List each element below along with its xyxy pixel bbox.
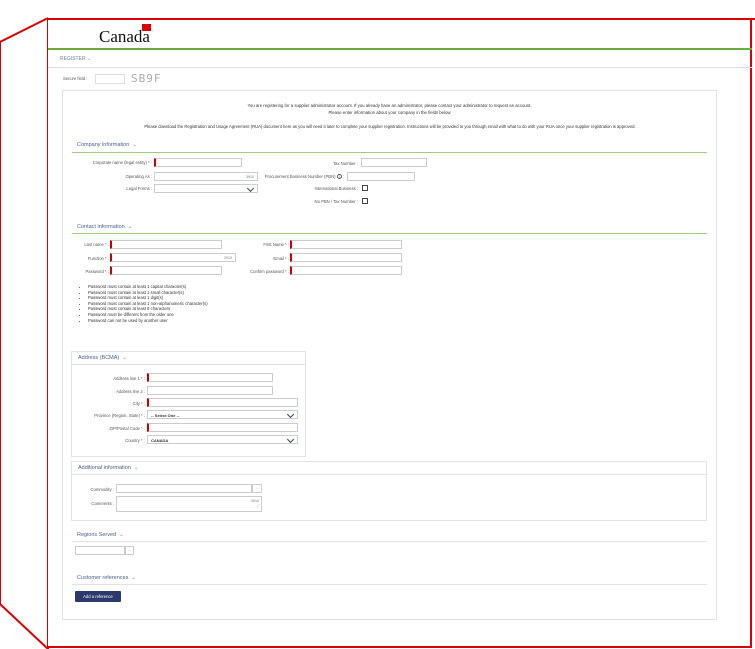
tax-number-input[interactable] <box>361 158 427 167</box>
flag-icon <box>142 24 151 31</box>
section-additional-title[interactable]: Additional information ⌄ <box>78 465 139 471</box>
last-name-label: Last name * : <box>84 242 109 247</box>
zip-label: ZIP/Postal Code * : <box>109 426 145 431</box>
city-input[interactable] <box>147 398 298 407</box>
resize-handle-icon[interactable]: ⟋ <box>256 504 260 510</box>
first-name-label: First Name * : <box>263 242 289 247</box>
rua-instructions: Please download the Registration and Usa… <box>144 124 636 129</box>
function-label: Function * : <box>87 256 109 261</box>
password-input[interactable] <box>110 266 222 275</box>
address-line1-input[interactable] <box>147 373 273 382</box>
section-divider <box>72 541 707 542</box>
corporate-name-label: Corporate name (legal entity) * : <box>92 160 152 165</box>
confirm-password-label: Confirm password * : <box>250 269 289 274</box>
canada-logo: Canada <box>99 24 151 47</box>
country-select[interactable]: CANADA <box>147 435 298 444</box>
comments-textarea[interactable]: 2610 ⟋ <box>116 496 262 512</box>
password-rules: Password must contain at least 1 capital… <box>80 284 208 323</box>
legal-forms-label: Legal Forms : <box>126 186 152 191</box>
email-input[interactable] <box>290 253 402 262</box>
corporate-name-input[interactable] <box>154 158 242 167</box>
address-line1-label: Address line 1 * : <box>113 376 145 381</box>
section-address-title[interactable]: Address (BCMA) ⌄ <box>78 355 127 361</box>
province-select[interactable]: -- Select One -- <box>147 410 298 419</box>
chevron-down-icon: ⌄ <box>122 355 127 361</box>
international-business-label: International Business : <box>314 186 358 191</box>
city-label: City * : <box>132 401 145 406</box>
section-divider <box>72 152 707 153</box>
confirm-password-input[interactable] <box>290 266 402 275</box>
captcha-image: SB9F <box>131 72 162 85</box>
intro-text: You are registering for a supplier admin… <box>247 103 532 115</box>
function-input[interactable]: 2910 <box>110 253 236 262</box>
section-divider <box>72 233 707 234</box>
commodity-input[interactable] <box>116 484 252 493</box>
chevron-down-icon: ⌄ <box>127 224 133 230</box>
international-business-checkbox[interactable] <box>362 185 368 191</box>
province-label: Province (Region, State) * : <box>94 413 145 418</box>
register-tab[interactable]: REGISTER ⌄ <box>48 50 752 68</box>
email-label: Email * : <box>273 256 289 261</box>
info-icon[interactable]: i <box>336 174 342 179</box>
section-company-title[interactable]: Company information ⌄ <box>77 142 137 148</box>
chevron-down-icon: ⌄ <box>131 575 136 581</box>
chevron-down-icon <box>246 184 255 193</box>
no-pbn-label: No PBN / Tax Number : <box>314 199 358 204</box>
section-divider <box>72 364 305 365</box>
list-item: Password can not be used by another user <box>88 318 208 324</box>
last-name-input[interactable] <box>110 240 222 249</box>
first-name-input[interactable] <box>290 240 402 249</box>
chevron-down-icon: ⌄ <box>119 532 124 538</box>
section-divider <box>72 474 706 475</box>
tax-number-label: Tax Number : <box>333 161 358 166</box>
address-line2-input[interactable] <box>147 386 273 395</box>
commodity-browse-button[interactable]: ... <box>252 484 262 493</box>
add-reference-button[interactable]: Add a reference <box>75 591 121 602</box>
section-divider <box>72 584 707 585</box>
regions-input[interactable] <box>75 546 125 555</box>
regions-browse-button[interactable]: ... <box>125 546 134 555</box>
password-label: Password * : <box>85 269 109 274</box>
chevron-down-icon: ⌄ <box>132 142 137 148</box>
operating-as-label: Operating As : <box>125 174 152 179</box>
chevron-down-icon: ⌄ <box>133 465 139 471</box>
pbn-input[interactable] <box>347 172 415 181</box>
pbn-label: Procurement Business Number (PBN) i : <box>264 174 344 179</box>
section-regions-title[interactable]: Regions Served ⌄ <box>77 532 124 538</box>
address-line2-label: Address line 2 : <box>116 389 145 394</box>
zip-input[interactable] <box>147 423 298 432</box>
chevron-down-icon <box>286 435 295 444</box>
country-label: Country * : <box>125 438 145 443</box>
section-references-title[interactable]: Customer references ⌄ <box>77 575 136 581</box>
chevron-down-icon <box>286 410 295 419</box>
legal-forms-select[interactable] <box>154 184 258 193</box>
section-contact-title[interactable]: Contact information ⌄ <box>77 224 132 230</box>
secure-field-input[interactable] <box>95 74 125 84</box>
comments-label: Comments : <box>91 501 114 506</box>
no-pbn-checkbox[interactable] <box>362 198 368 204</box>
commodity-label: Commodity : <box>90 487 114 492</box>
secure-field-label: Secure field : <box>63 76 88 81</box>
top-border <box>48 18 755 20</box>
operating-as-input[interactable]: 3910 <box>154 172 258 181</box>
